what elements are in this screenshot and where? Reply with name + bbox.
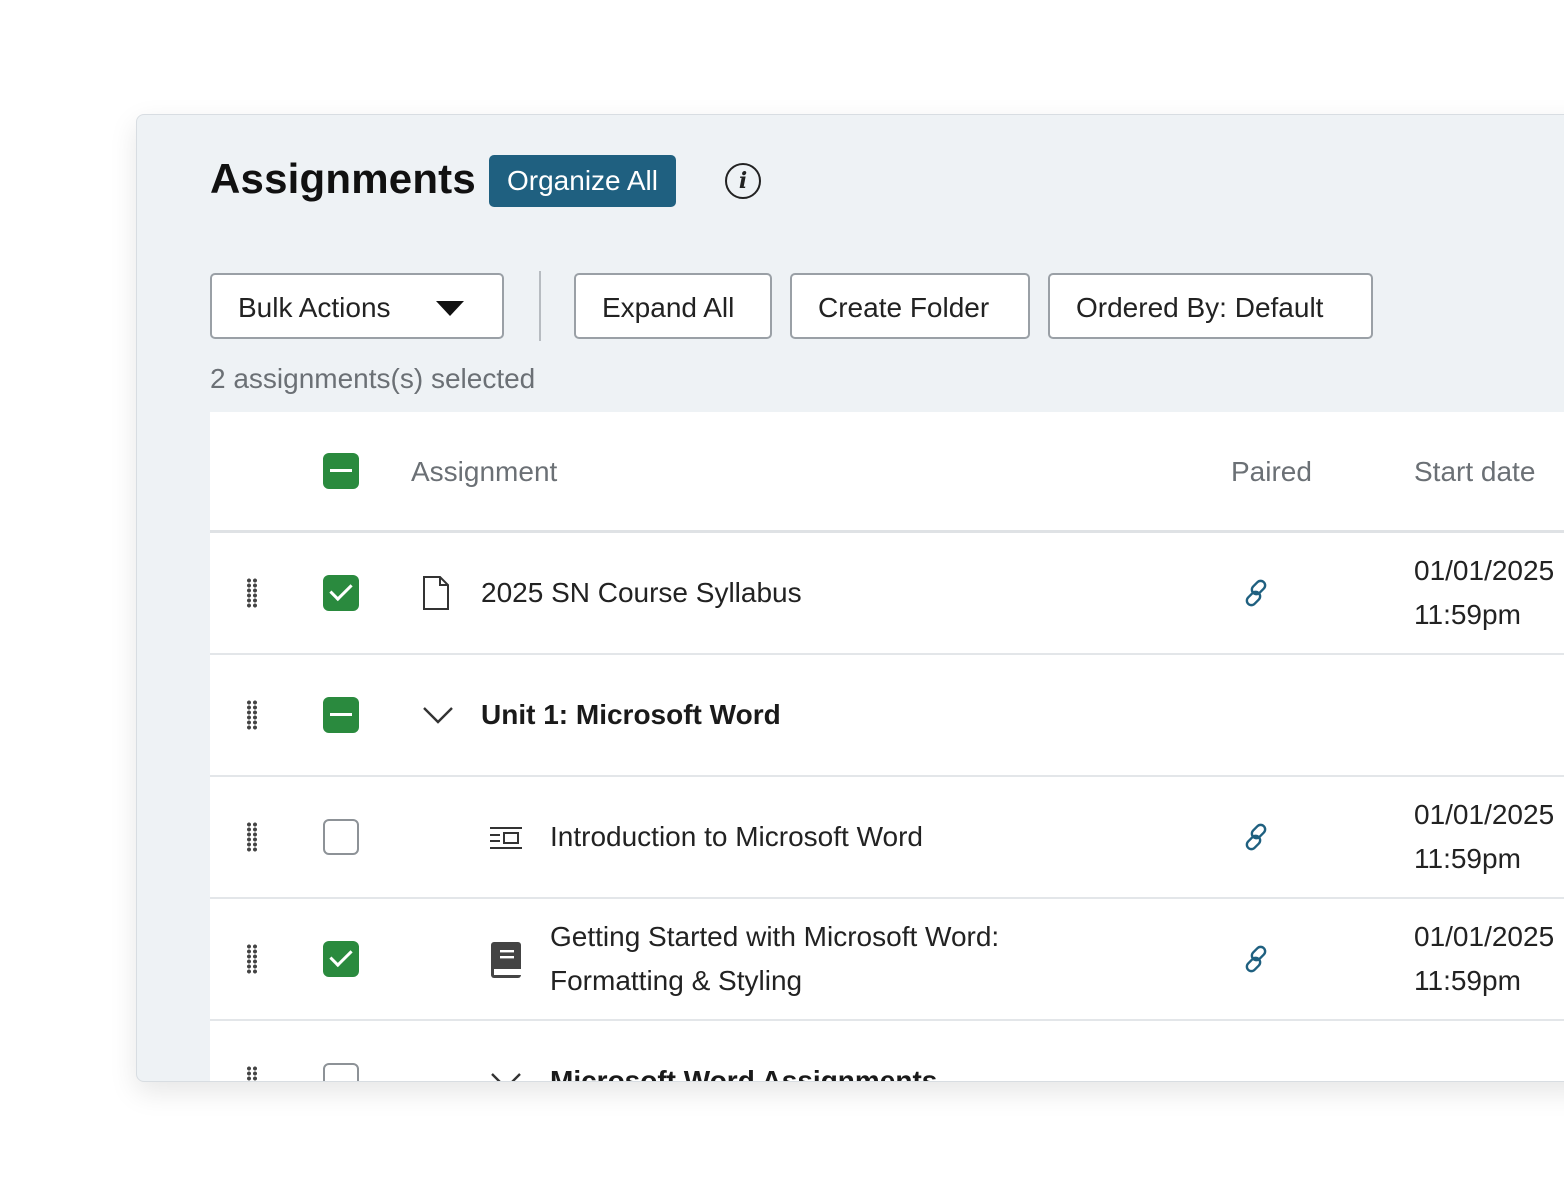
check-mark-icon xyxy=(329,943,353,968)
table-row[interactable]: 2025 SN Course Syllabus 01/01/2025 11:59… xyxy=(210,533,1564,655)
assignment-title-line1[interactable]: Getting Started with Microsoft Word: xyxy=(550,915,999,959)
partial-mark-icon xyxy=(330,469,352,472)
drag-handle-icon[interactable] xyxy=(246,822,258,852)
create-folder-button[interactable]: Create Folder xyxy=(790,273,1030,339)
document-icon xyxy=(423,576,449,610)
table-row-folder[interactable]: Microsoft Word Assignments xyxy=(210,1021,1564,1082)
page-title: Assignments xyxy=(210,155,476,202)
start-time: 11:59pm xyxy=(1414,843,1521,874)
assignments-table: Assignment Paired Start date 2025 SN Cou… xyxy=(210,412,1564,1082)
column-header-paired[interactable]: Paired xyxy=(1231,456,1312,488)
chevron-down-icon[interactable] xyxy=(490,1071,522,1082)
start-date: 01/01/2025 xyxy=(1414,555,1555,586)
drag-handle-icon[interactable] xyxy=(246,1066,258,1081)
organize-all-button[interactable]: Organize All xyxy=(489,155,676,207)
table-row[interactable]: Introduction to Microsoft Word 01/01/202… xyxy=(210,777,1564,899)
row-checkbox[interactable] xyxy=(323,697,359,733)
column-header-start-date[interactable]: Start date xyxy=(1414,456,1535,488)
row-checkbox[interactable] xyxy=(323,941,359,977)
row-checkbox[interactable] xyxy=(323,1063,359,1081)
drag-handle-icon[interactable] xyxy=(246,944,258,974)
assignments-panel: Assignments Organize All i Bulk Actions … xyxy=(136,114,1564,1082)
info-icon[interactable]: i xyxy=(725,163,761,199)
toolbar-divider xyxy=(539,271,541,341)
caret-down-icon xyxy=(436,301,464,316)
row-checkbox[interactable] xyxy=(323,575,359,611)
table-row[interactable]: Getting Started with Microsoft Word: For… xyxy=(210,899,1564,1021)
start-date: 01/01/2025 xyxy=(1414,799,1555,830)
folder-title[interactable]: Microsoft Word Assignments xyxy=(550,1059,937,1081)
lesson-icon xyxy=(490,827,522,849)
assignment-title[interactable]: 2025 SN Course Syllabus xyxy=(481,571,802,615)
partial-mark-icon xyxy=(330,713,352,716)
start-time: 11:59pm xyxy=(1414,599,1521,630)
select-all-checkbox[interactable] xyxy=(323,453,359,489)
drag-handle-icon[interactable] xyxy=(246,578,258,608)
column-header-assignment[interactable]: Assignment xyxy=(411,456,557,488)
assignment-title[interactable]: Introduction to Microsoft Word xyxy=(550,815,923,859)
start-time: 11:59pm xyxy=(1414,965,1521,996)
chevron-down-icon[interactable] xyxy=(422,705,454,725)
folder-title[interactable]: Unit 1: Microsoft Word xyxy=(481,693,781,737)
bulk-actions-label: Bulk Actions xyxy=(238,292,391,323)
start-date: 01/01/2025 xyxy=(1414,921,1555,952)
book-icon xyxy=(491,942,521,978)
link-icon[interactable] xyxy=(1242,944,1272,974)
table-row-folder[interactable]: Unit 1: Microsoft Word xyxy=(210,655,1564,777)
link-icon[interactable] xyxy=(1242,578,1272,608)
bulk-actions-dropdown[interactable]: Bulk Actions xyxy=(210,273,504,339)
selection-status: 2 assignments(s) selected xyxy=(210,363,536,394)
assignment-title-line2[interactable]: Formatting & Styling xyxy=(550,959,802,1003)
table-header: Assignment Paired Start date xyxy=(210,412,1564,533)
expand-all-button[interactable]: Expand All xyxy=(574,273,772,339)
drag-handle-icon[interactable] xyxy=(246,700,258,730)
check-mark-icon xyxy=(329,577,353,602)
row-checkbox[interactable] xyxy=(323,819,359,855)
ordered-by-button[interactable]: Ordered By: Default xyxy=(1048,273,1373,339)
link-icon[interactable] xyxy=(1242,822,1272,852)
